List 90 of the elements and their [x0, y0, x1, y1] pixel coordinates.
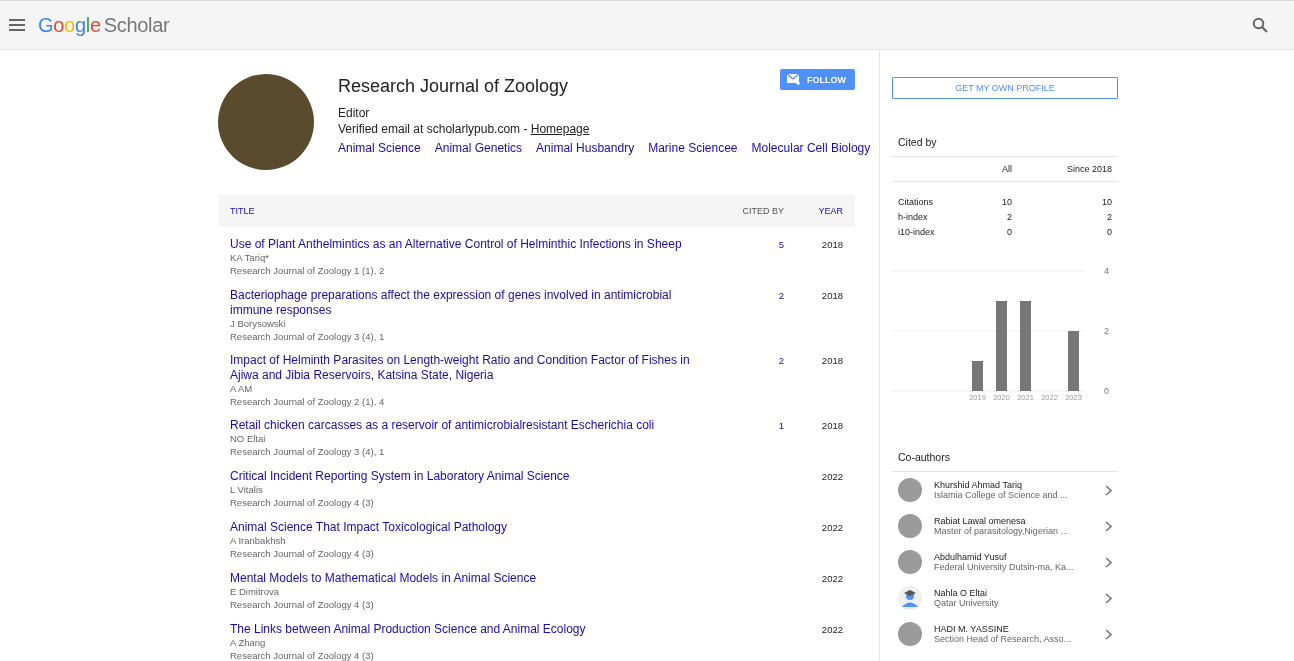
article-authors: L Vitalis — [230, 484, 264, 497]
chevron-right-icon[interactable] — [1105, 484, 1112, 496]
coauthor-name-link[interactable]: HADI M. YASSINE — [934, 624, 1105, 634]
chevron-right-icon[interactable] — [1105, 592, 1112, 604]
logo[interactable]: GoogleScholar — [38, 13, 170, 37]
article-authors: A Iranbakhsh — [230, 535, 287, 548]
article-year: 2018 — [821, 239, 843, 250]
article-year: 2022 — [821, 471, 843, 482]
article-title-link[interactable]: Bacteriophage preparations affect the expression of genes involved in antimicrobial immune responses — [230, 288, 714, 318]
coauthor-affiliation: Master of parasitology,Nigerian ... — [934, 526, 1069, 536]
coauthor-name-link[interactable]: Rabiat Lawal omenesa — [934, 516, 1105, 526]
interest-link[interactable]: Animal Science — [338, 141, 421, 155]
article-authors: KA Tariq* — [230, 252, 270, 265]
interest-link[interactable]: Animal Husbandry — [536, 141, 635, 155]
article-authors: A AM — [230, 383, 254, 396]
coauthor-name-link[interactable]: Khurshid Ahmad Tariq — [934, 480, 1105, 490]
cited-by-count-link[interactable]: 5 — [778, 239, 784, 250]
article-year: 2022 — [821, 522, 843, 533]
article-year: 2018 — [821, 355, 843, 366]
article-source: Research Journal of Zoology 2 (1), 4 — [230, 395, 386, 408]
mail-icon — [787, 74, 801, 85]
axis-tick-label: 0 — [1104, 386, 1109, 396]
metric-value: 0 — [1006, 226, 1012, 237]
chart-bar — [972, 361, 983, 391]
metric-label: i10-index — [898, 226, 936, 237]
column-header: Since 2018 — [1065, 164, 1112, 174]
article-source: Research Journal of Zoology 3 (4), 1 — [230, 330, 386, 343]
avatar-silhouette-icon — [898, 586, 922, 610]
article-title-link[interactable]: Animal Science That Impact Toxicological Pathology — [230, 520, 714, 535]
chevron-right-icon[interactable] — [1105, 556, 1112, 568]
cited-by-count-link[interactable]: 2 — [778, 290, 784, 301]
coauthor-affiliation: Section Head of Research, Asso... — [934, 634, 1073, 644]
article-year: 2018 — [821, 420, 843, 431]
metric-value: 2 — [1106, 211, 1112, 222]
coauthor-affiliation: Federal University Dutsin-ma, Ka... — [934, 562, 1075, 572]
section-title: Co-authors — [892, 409, 1118, 472]
profile-role: Editor — [338, 106, 371, 120]
metric-value: 0 — [1106, 226, 1112, 237]
cited-by-count-link[interactable]: 2 — [778, 355, 784, 366]
article-source: Research Journal of Zoology 4 (3) — [230, 598, 375, 611]
interest-link[interactable]: Animal Genetics — [434, 141, 523, 155]
article-year: 2022 — [821, 624, 843, 635]
avatar-circle — [898, 478, 922, 502]
article-source: Research Journal of Zoology 4 (3) — [230, 649, 375, 661]
avatar-circle — [898, 550, 922, 574]
interest-link[interactable]: Molecular Cell Biology — [751, 141, 871, 155]
metric-label: h-index — [898, 211, 929, 222]
article-title-link[interactable]: Use of Plant Anthelmintics as an Alternative Control of Helminthic Infections in Sheep — [230, 237, 714, 252]
article-year: 2022 — [821, 573, 843, 584]
article-source: Research Journal of Zoology 4 (3) — [230, 496, 375, 509]
metric-label: Citations — [898, 196, 934, 207]
metric-value: 10 — [1101, 196, 1112, 207]
article-authors: E Dimitrova — [230, 586, 281, 599]
column-header[interactable]: YEAR — [784, 206, 843, 216]
article-authors: A Zhang — [230, 637, 267, 650]
article-title-link[interactable]: Retail chicken carcasses as a reservoir of antimicrobialresistant Escherichia coli — [230, 418, 714, 433]
chevron-right-icon[interactable] — [1105, 520, 1112, 532]
article-authors: NO Eltai — [230, 433, 267, 446]
article-authors: J Borysowski — [230, 318, 287, 331]
cited-by-count-link[interactable]: 1 — [778, 420, 784, 431]
avatar-circle — [898, 622, 922, 646]
chart-bar — [1068, 331, 1079, 391]
coauthor-affiliation: Islamia College of Science and ... — [934, 490, 1069, 500]
article-source: Research Journal of Zoology 1 (1), 2 — [230, 264, 386, 277]
profile-name: Research Journal of Zoology — [338, 76, 569, 97]
section-title: Cited by — [892, 99, 1118, 157]
column-header[interactable]: TITLE — [230, 206, 714, 216]
article-source: Research Journal of Zoology 3 (4), 1 — [230, 445, 386, 458]
metric-value: 10 — [1001, 196, 1012, 207]
article-title-link[interactable]: Mental Models to Mathematical Models in Animal Science — [230, 571, 714, 586]
article-year: 2018 — [821, 290, 843, 301]
search-icon[interactable] — [1252, 17, 1268, 33]
interest-link[interactable]: Marine Sciencee — [648, 141, 738, 155]
column-header[interactable]: CITED BY — [714, 206, 784, 216]
metric-value: 2 — [1006, 211, 1012, 222]
axis-tick-label: 4 — [1104, 266, 1109, 276]
axis-tick-label: 2 — [1104, 326, 1109, 336]
avatar-circle — [898, 514, 922, 538]
coauthor-name-link[interactable]: Abdulhamid Yusuf — [934, 552, 1105, 562]
article-title-link[interactable]: The Links between Animal Production Science and Animal Ecology — [230, 622, 714, 637]
chevron-right-icon[interactable] — [1105, 628, 1112, 640]
article-title-link[interactable]: Impact of Helminth Parasites on Length-weight Ratio and Condition Factor of Fishes in Ajiwa and Jibia Reservoirs, Katsina State, Nigeria — [230, 353, 714, 383]
article-title-link[interactable]: Critical Incident Reporting System in Laboratory Animal Science — [230, 469, 714, 484]
menu-icon[interactable] — [9, 19, 25, 31]
verified-email: Verified email at scholarlypub.com - Homepage — [338, 122, 591, 136]
article-source: Research Journal of Zoology 4 (3) — [230, 547, 375, 560]
coauthor-affiliation: Qatar University — [934, 598, 1000, 608]
column-header: All — [1001, 164, 1012, 174]
coauthor-name-link[interactable]: Nahla O Eltai — [934, 588, 1105, 598]
homepage-link[interactable]: Homepage — [530, 122, 590, 136]
